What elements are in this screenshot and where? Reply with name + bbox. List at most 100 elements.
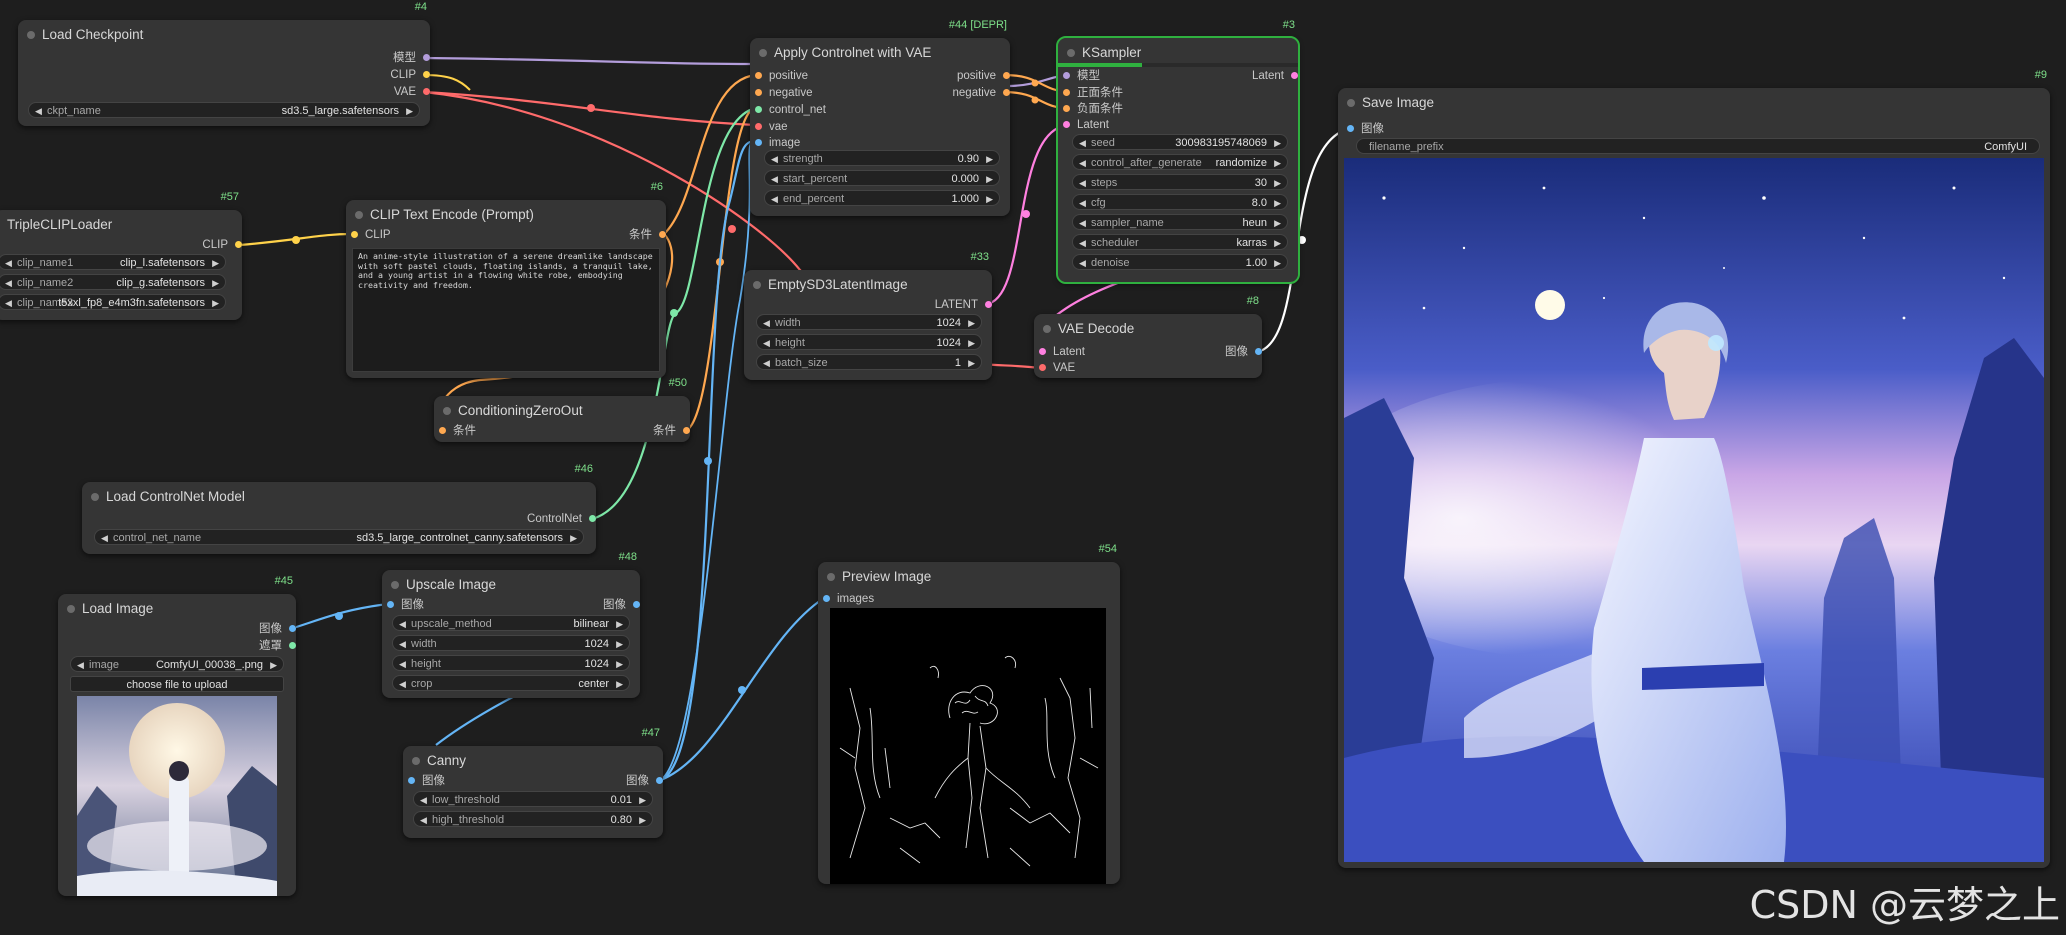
widget-high-threshold[interactable]: ◀ high_threshold 0.80 ▶ (413, 811, 653, 827)
widget-end-percent[interactable]: ◀ end_percent 1.000 ▶ (764, 190, 1000, 206)
node-title[interactable]: Upscale Image (382, 570, 640, 600)
widget-width[interactable]: ◀ width 1024 ▶ (756, 314, 982, 330)
node-title[interactable]: VAE Decode (1034, 314, 1262, 344)
output-latent[interactable]: Latent (1252, 69, 1298, 83)
output-vae[interactable]: VAE (394, 85, 430, 99)
node-title[interactable]: Load Image (58, 594, 296, 624)
widget-denoise[interactable]: ◀ denoise 1.00 ▶ (1072, 254, 1288, 270)
node-title[interactable]: EmptySD3LatentImage (744, 270, 992, 300)
output-mask[interactable]: 遮罩 (259, 639, 296, 653)
node-id: #8 (1246, 295, 1259, 307)
input-model[interactable]: 模型 (1063, 69, 1100, 83)
widget-low-threshold[interactable]: ◀ low_threshold 0.01 ▶ (413, 791, 653, 807)
node-clip-text-encode[interactable]: #6 CLIP Text Encode (Prompt) CLIP 条件 An … (346, 181, 666, 378)
node-preview-image[interactable]: #54 Preview Image images (818, 543, 1120, 884)
node-title[interactable]: TripleCLIPLoader (0, 210, 242, 240)
output-conditioning[interactable]: 条件 (629, 228, 666, 242)
node-title[interactable]: ConditioningZeroOut (434, 396, 690, 426)
upload-button[interactable]: choose file to upload (70, 676, 284, 692)
node-apply-controlnet[interactable]: #44 [DEPR] Apply Controlnet with VAE pos… (750, 19, 1010, 216)
node-id: #3 (1282, 19, 1295, 31)
input-control-net[interactable]: control_net (755, 103, 826, 117)
node-canny[interactable]: #47 Canny 图像 图像 ◀ low_threshold 0.01 ▶ ◀ hig… (403, 727, 663, 838)
output-clip[interactable]: CLIP (202, 238, 242, 252)
node-vae-decode[interactable]: #8 VAE Decode Latent VAE 图像 (1034, 295, 1262, 378)
output-latent[interactable]: LATENT (935, 298, 992, 312)
widget-clip-name2[interactable]: ◀ clip_name2 clip_g.safetensors ▶ (0, 274, 226, 290)
input-negative[interactable]: negative (755, 86, 812, 100)
node-triple-clip-loader[interactable]: #57 TripleCLIPLoader CLIP ◀ clip_name1 cli… (0, 191, 242, 320)
widget-cfg[interactable]: ◀ cfg 8.0 ▶ (1072, 194, 1288, 210)
widget-height[interactable]: ◀ height 1024 ▶ (756, 334, 982, 350)
node-ksampler[interactable]: #3 KSampler 模型 正面条件 负面条件 Latent Latent ◀… (1056, 19, 1300, 284)
input-clip[interactable]: CLIP (351, 228, 391, 242)
widget-strength[interactable]: ◀ strength 0.90 ▶ (764, 150, 1000, 166)
arrow-left-icon[interactable]: ◀ (35, 103, 42, 119)
output-controlnet[interactable]: ControlNet (527, 512, 596, 526)
widget-steps[interactable]: ◀ steps 30 ▶ (1072, 174, 1288, 190)
output-image[interactable]: 图像 (259, 622, 296, 636)
input-image[interactable]: 图像 (408, 774, 445, 788)
input-negative[interactable]: 负面条件 (1063, 102, 1123, 116)
output-model[interactable]: 模型 (393, 51, 430, 65)
arrow-right-icon[interactable]: ▶ (406, 103, 413, 119)
input-image[interactable]: image (755, 136, 800, 150)
widget-sampler-name[interactable]: ◀ sampler_name heun ▶ (1072, 214, 1288, 230)
node-load-image[interactable]: #45 Load Image 图像 遮罩 ◀ image ComfyUI_00038… (58, 575, 296, 896)
node-title[interactable]: CLIP Text Encode (Prompt) (346, 200, 666, 230)
widget-filename-prefix[interactable]: filename_prefix ComfyUI (1356, 138, 2040, 154)
widget-height[interactable]: ◀ height 1024 ▶ (392, 655, 630, 671)
output-image[interactable]: 图像 (1225, 345, 1262, 359)
output-image[interactable]: 图像 (626, 774, 663, 788)
output-conditioning[interactable]: 条件 (653, 424, 690, 438)
input-image[interactable]: 图像 (387, 598, 424, 612)
node-id: #6 (650, 181, 663, 193)
node-title[interactable]: Load Checkpoint (18, 20, 430, 50)
widget-ckpt-name[interactable]: ◀ ckpt_name sd3.5_large.safetensors ▶ (28, 102, 420, 118)
node-id: #9 (2034, 69, 2047, 81)
wire-image-load (289, 602, 389, 631)
input-image[interactable]: 图像 (1347, 122, 1384, 136)
widget-seed[interactable]: ◀ seed 300983195748069 ▶ (1072, 134, 1288, 150)
node-empty-sd3-latent[interactable]: #33 EmptySD3LatentImage LATENT ◀ width 102… (744, 251, 992, 380)
canny-preview-image (830, 608, 1106, 884)
input-positive[interactable]: 正面条件 (1063, 86, 1123, 100)
widget-start-percent[interactable]: ◀ start_percent 0.000 ▶ (764, 170, 1000, 186)
node-title[interactable]: Canny (403, 746, 663, 776)
output-negative[interactable]: negative (953, 86, 1010, 100)
output-clip[interactable]: CLIP (390, 68, 430, 82)
widget-image[interactable]: ◀ image ComfyUI_00038_.png ▶ (70, 656, 284, 672)
node-title[interactable]: Save Image (1338, 88, 2050, 118)
output-positive[interactable]: positive (957, 69, 1010, 83)
input-latent[interactable]: Latent (1063, 118, 1109, 132)
input-vae[interactable]: VAE (1039, 361, 1075, 375)
input-images[interactable]: images (823, 592, 874, 606)
node-conditioning-zero-out[interactable]: #50 ConditioningZeroOut 条件 条件 (434, 377, 690, 442)
widget-clip-name3[interactable]: ◀ clip_name3 t5xxl_fp8_e4m3fn.safetensors ▶ (0, 294, 226, 310)
node-title[interactable]: Load ControlNet Model (82, 482, 596, 512)
node-save-image[interactable]: #9 Save Image 图像 filename_prefix ComfyUI (1338, 69, 2050, 868)
output-image[interactable]: 图像 (603, 598, 640, 612)
widget-width[interactable]: ◀ width 1024 ▶ (392, 635, 630, 651)
node-id: #44 [DEPR] (948, 19, 1007, 31)
widget-crop[interactable]: ◀ crop center ▶ (392, 675, 630, 691)
node-title[interactable]: Apply Controlnet with VAE (750, 38, 1010, 68)
progress-bar (1058, 63, 1298, 67)
node-upscale-image[interactable]: #48 Upscale Image 图像 图像 ◀ upscale_method b… (382, 551, 640, 698)
node-load-checkpoint[interactable]: #4 Load Checkpoint 模型 CLIP VAE ◀ ckpt_nam… (18, 1, 430, 126)
node-load-controlnet[interactable]: #46 Load ControlNet Model ControlNet ◀ co… (82, 463, 596, 554)
prompt-textarea[interactable]: An anime-style illustration of a serene … (352, 248, 660, 372)
widget-batch-size[interactable]: ◀ batch_size 1 ▶ (756, 354, 982, 370)
input-positive[interactable]: positive (755, 69, 808, 83)
input-vae[interactable]: vae (755, 120, 788, 134)
widget-clip-name1[interactable]: ◀ clip_name1 clip_l.safetensors ▶ (0, 254, 226, 270)
input-latent[interactable]: Latent (1039, 345, 1085, 359)
wire-image-canny-apply2 (657, 140, 757, 782)
collapse-dot-icon[interactable] (27, 31, 35, 39)
widget-control-net-name[interactable]: ◀ control_net_name sd3.5_large_controlnet_… (94, 529, 584, 545)
input-conditioning[interactable]: 条件 (439, 424, 476, 438)
widget-control-after-generate[interactable]: ◀ control_after_generate randomize ▶ (1072, 154, 1288, 170)
node-title[interactable]: Preview Image (818, 562, 1120, 592)
widget-scheduler[interactable]: ◀ scheduler karras ▶ (1072, 234, 1288, 250)
widget-upscale-method[interactable]: ◀ upscale_method bilinear ▶ (392, 615, 630, 631)
